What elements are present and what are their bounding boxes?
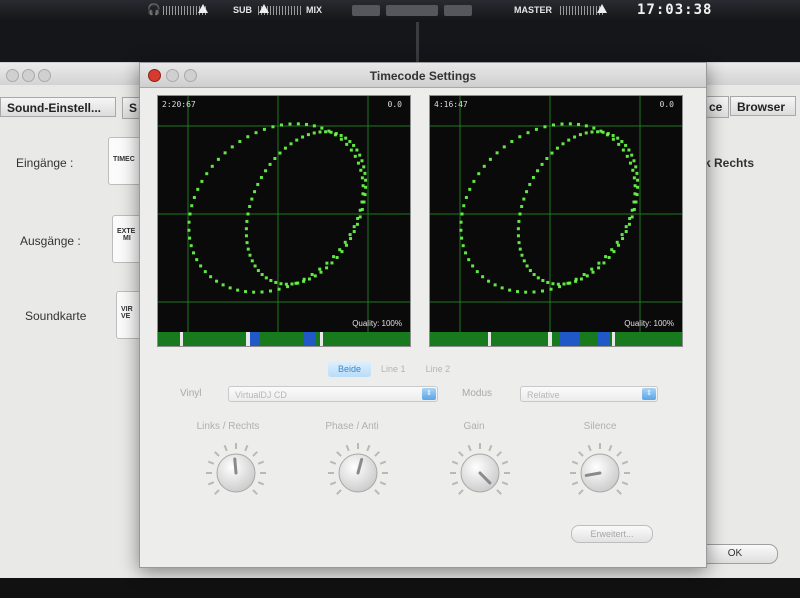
scope-quality: Quality: 100% [352,319,402,328]
scope-dots [187,122,368,294]
knob-label-gain: Gain [463,421,485,432]
topbar-button-2[interactable] [386,5,438,16]
scope-timestamp: 4:16:47 [434,100,468,109]
timecode-scope-right: 4:16:47 0.0 Quality: 100% [429,95,683,347]
sub-label: SUB [233,5,253,15]
scope-timestamp: 2:20:67 [162,100,196,109]
modus-value: Relative [527,390,560,400]
segment-both[interactable]: Beide [328,361,372,377]
headphone-slider-knob[interactable] [198,4,208,13]
modus-label: Modus [462,388,493,399]
balance-knob[interactable] [204,441,268,505]
topbar-button-3[interactable] [444,5,472,16]
scope-pitch: 0.0 [387,100,402,109]
line-selector: Beide Line 1 Line 2 [328,361,460,377]
select-arrows-icon: ⇕ [422,388,436,400]
top-bar: 🎧 SUB MIX MASTER 17:03:38 [0,0,800,22]
knob-label-balance: Links / Rechts [196,421,260,432]
gain-knob[interactable] [448,441,512,505]
segment-line-2[interactable]: Line 2 [416,361,461,377]
scope-dots [459,122,640,294]
master-slider-knob[interactable] [597,4,607,13]
dialog-titlebar: Timecode Settings [140,63,706,88]
close-icon[interactable] [6,69,19,82]
signal-bar [158,332,410,346]
select-arrows-icon: ⇕ [642,388,656,400]
scope-plot-right [430,96,682,332]
timecode-scope-left: 2:20:67 0.0 Quality: 100% [157,95,411,347]
bottom-bezel [0,578,800,598]
signal-bar [430,332,682,346]
tab-sound-settings[interactable]: Sound-Einstell... [0,97,116,117]
timecode-settings-dialog: Timecode Settings 2:20:67 0.0 Quality: 1… [139,62,707,568]
deck-area [0,22,800,62]
phase-knob[interactable] [326,441,390,505]
headphones-icon: 🎧 [147,4,161,16]
segment-line-1[interactable]: Line 1 [371,361,416,377]
clock: 17:03:38 [637,2,713,18]
dialog-title: Timecode Settings [369,69,477,83]
advanced-button[interactable]: Erweitert... [571,525,653,543]
tab-browser[interactable]: Browser [730,96,796,116]
scope-quality: Quality: 100% [624,319,674,328]
zoom-icon[interactable] [38,69,51,82]
scope-grid [430,96,682,332]
soundcard-label: Soundkarte [25,309,87,323]
inputs-label: Eingänge : [16,156,74,170]
mix-label: MIX [306,5,323,15]
scope-grid [158,96,410,332]
silence-knob[interactable] [568,441,632,505]
output-right-field: k Rechts [704,156,755,170]
scope-plot-left [158,96,410,332]
vinyl-value: VirtualDJ CD [235,390,287,400]
minimize-icon[interactable] [22,69,35,82]
knob-label-phase: Phase / Anti [325,421,379,432]
vinyl-label: Vinyl [180,388,202,399]
sub-mix-slider-knob[interactable] [259,4,269,13]
modus-select[interactable]: Relative ⇕ [520,386,658,402]
scope-pitch: 0.0 [659,100,674,109]
knob-label-silence: Silence [583,421,617,432]
topbar-button-1[interactable] [352,5,380,16]
knob-pointer [233,457,238,475]
vinyl-select[interactable]: VirtualDJ CD ⇕ [228,386,438,402]
master-label: MASTER [514,5,552,15]
outputs-label: Ausgänge : [20,234,81,248]
